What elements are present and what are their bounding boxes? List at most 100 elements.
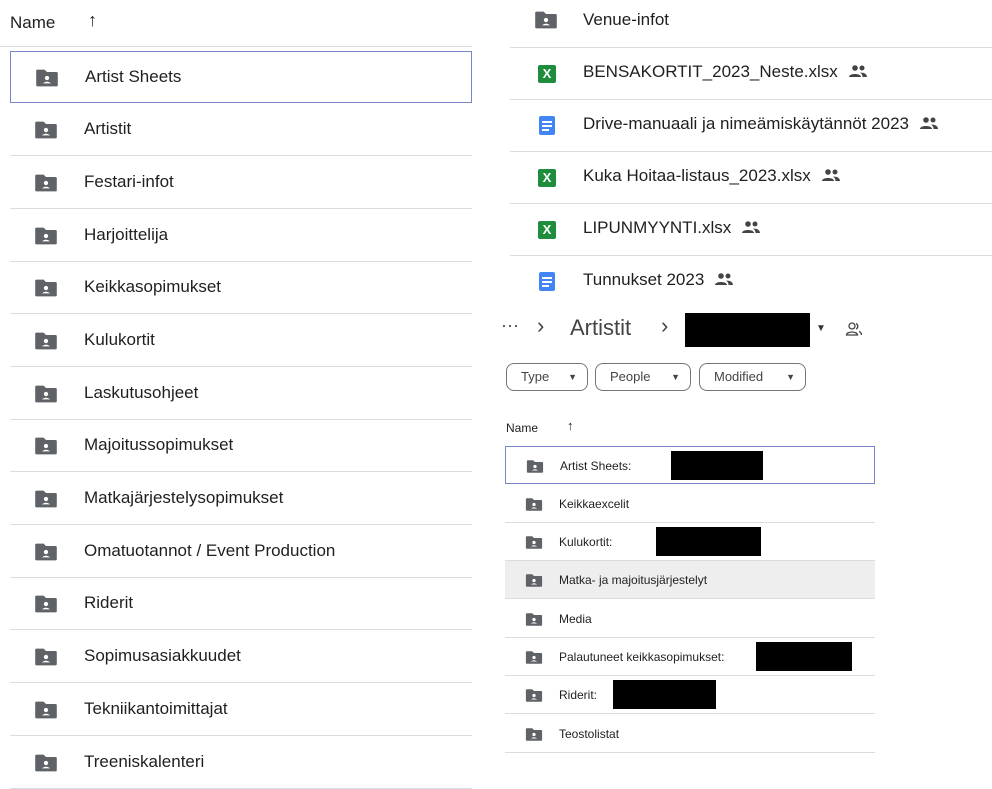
caret-down-icon: ▼ <box>568 372 577 382</box>
folder-name: Artistit <box>84 119 132 138</box>
breadcrumb-artistit[interactable]: Artistit <box>570 315 631 341</box>
folder-row[interactable]: Keikkasopimukset <box>10 262 472 314</box>
file-row[interactable]: X LIPUNMYYNTI.xlsx <box>510 204 992 256</box>
docs-icon <box>539 272 555 291</box>
folder-row[interactable]: Riderit <box>10 578 472 630</box>
file-name: Tunnukset 2023 <box>583 270 705 289</box>
folder-row[interactable]: Palautuneet keikkasopimukset: <box>505 638 875 676</box>
folder-row[interactable]: Riderit: <box>505 676 875 714</box>
file-row[interactable]: Venue-infot <box>510 0 992 48</box>
folder-name: Treeniskalenteri <box>84 752 205 771</box>
folder-row[interactable]: Artist Sheets: <box>505 446 875 484</box>
folder-row[interactable]: Kulukortit: <box>505 523 875 561</box>
file-name: Kuka Hoitaa-listaus_2023.xlsx <box>583 166 811 185</box>
sort-arrow-icon[interactable]: ↑ <box>567 418 574 433</box>
shared-folder-icon <box>525 535 543 555</box>
folder-row[interactable]: Teostolistat <box>505 715 875 753</box>
share-people-icon[interactable] <box>845 321 863 337</box>
redacted-text <box>656 527 761 556</box>
breadcrumb-separator: › <box>537 313 545 338</box>
file-name: Venue-infot <box>583 10 670 29</box>
file-name-cell: LIPUNMYYNTI.xlsx <box>583 218 761 239</box>
file-name-cell: Drive-manuaali ja nimeämiskäytännöt 2023 <box>583 114 939 135</box>
shared-folder-icon <box>34 173 58 198</box>
breadcrumb: ··· › Artistit › ▼ <box>501 313 881 349</box>
type-filter-chip[interactable]: Type ▼ <box>506 363 588 391</box>
shared-folder-icon <box>534 10 558 35</box>
redacted-folder-name[interactable] <box>685 313 810 347</box>
shared-folder-icon <box>34 278 58 303</box>
breadcrumb-separator: › <box>661 313 669 338</box>
folder-row[interactable]: Tekniikantoimittajat <box>10 684 472 736</box>
folder-row[interactable]: Harjoittelija <box>10 210 472 262</box>
folder-name: Kulukortit <box>84 330 155 349</box>
folder-row[interactable]: Artistit <box>10 104 472 156</box>
file-name-cell: Kuka Hoitaa-listaus_2023.xlsx <box>583 166 841 187</box>
folder-name: Palautuneet keikkasopimukset: <box>559 650 725 664</box>
folder-name: Keikkaexcelit <box>559 497 630 511</box>
folder-row[interactable]: Omatuotannot / Event Production <box>10 526 472 578</box>
redacted-text <box>613 680 716 709</box>
shared-folder-icon <box>34 226 58 251</box>
folder-name: Riderit: <box>559 688 598 702</box>
folder-row[interactable]: Matkajärjestelysopimukset <box>10 473 472 525</box>
folder-row[interactable]: Artist Sheets <box>10 51 472 103</box>
modified-filter-label: Modified <box>714 369 764 384</box>
file-name: LIPUNMYYNTI.xlsx <box>583 218 732 237</box>
file-row[interactable]: Tunnukset 2023 <box>510 256 992 308</box>
file-row[interactable]: Drive-manuaali ja nimeämiskäytännöt 2023 <box>510 100 992 152</box>
shared-people-icon <box>821 167 841 187</box>
folder-name: Matka- ja majoitusjärjestelyt <box>559 573 708 587</box>
shared-folder-icon <box>34 542 58 567</box>
excel-icon: X <box>538 169 556 187</box>
shared-people-icon <box>714 271 734 291</box>
more-breadcrumb-button[interactable]: ··· <box>501 315 519 336</box>
folder-name: Artist Sheets <box>85 67 182 86</box>
shared-folder-icon <box>34 384 58 409</box>
sort-arrow-icon[interactable]: ↑ <box>88 10 97 31</box>
folder-row[interactable]: Sopimusasiakkuudet <box>10 631 472 683</box>
shared-folder-icon <box>34 594 58 619</box>
folder-name: Sopimusasiakkuudet <box>84 646 241 665</box>
name-column-header[interactable]: Name <box>10 13 55 33</box>
shared-folder-icon <box>35 68 59 93</box>
folder-row[interactable]: Keikkaexcelit <box>505 485 875 523</box>
people-filter-chip[interactable]: People ▼ <box>595 363 691 391</box>
shared-folder-icon <box>34 120 58 145</box>
left-list-header: Name ↑ <box>0 0 472 47</box>
folder-row[interactable]: Treeniskalenteri <box>10 737 472 789</box>
shared-folder-icon <box>34 489 58 514</box>
folder-name: Teostolistat <box>559 727 620 741</box>
name-column-header[interactable]: Name <box>506 421 538 435</box>
sub-list-header: Name ↑ <box>505 412 875 446</box>
folder-name: Laskutusohjeet <box>84 383 199 402</box>
folder-row[interactable]: Laskutusohjeet <box>10 368 472 420</box>
folder-row[interactable]: Majoitussopimukset <box>10 420 472 472</box>
shared-people-icon <box>848 63 868 83</box>
type-filter-label: Type <box>521 369 550 384</box>
shared-folder-icon <box>34 753 58 778</box>
folder-row[interactable]: Kulukortit <box>10 315 472 367</box>
redacted-text <box>671 451 763 480</box>
folder-row[interactable]: Festari-infot <box>10 157 472 209</box>
people-filter-label: People <box>610 369 651 384</box>
shared-folder-icon <box>525 688 543 708</box>
folder-name: Matkajärjestelysopimukset <box>84 488 284 507</box>
modified-filter-chip[interactable]: Modified ▼ <box>699 363 806 391</box>
shared-folder-icon <box>525 612 543 632</box>
shared-people-icon <box>741 219 761 239</box>
file-row[interactable]: X BENSAKORTIT_2023_Neste.xlsx <box>510 48 992 100</box>
file-row[interactable]: X Kuka Hoitaa-listaus_2023.xlsx <box>510 152 992 204</box>
shared-folder-icon <box>525 650 543 670</box>
folder-row[interactable]: Media <box>505 600 875 638</box>
folder-name: Artist Sheets: <box>560 459 632 473</box>
shared-folder-icon <box>525 727 543 747</box>
folder-row[interactable]: Matka- ja majoitusjärjestelyt <box>505 561 875 599</box>
file-name-cell: BENSAKORTIT_2023_Neste.xlsx <box>583 62 868 83</box>
shared-folder-icon <box>34 331 58 356</box>
docs-icon <box>539 116 555 135</box>
file-name: BENSAKORTIT_2023_Neste.xlsx <box>583 62 838 81</box>
folder-name: Tekniikantoimittajat <box>84 699 228 718</box>
chevron-down-icon[interactable]: ▼ <box>816 323 826 334</box>
redacted-text <box>756 642 852 671</box>
